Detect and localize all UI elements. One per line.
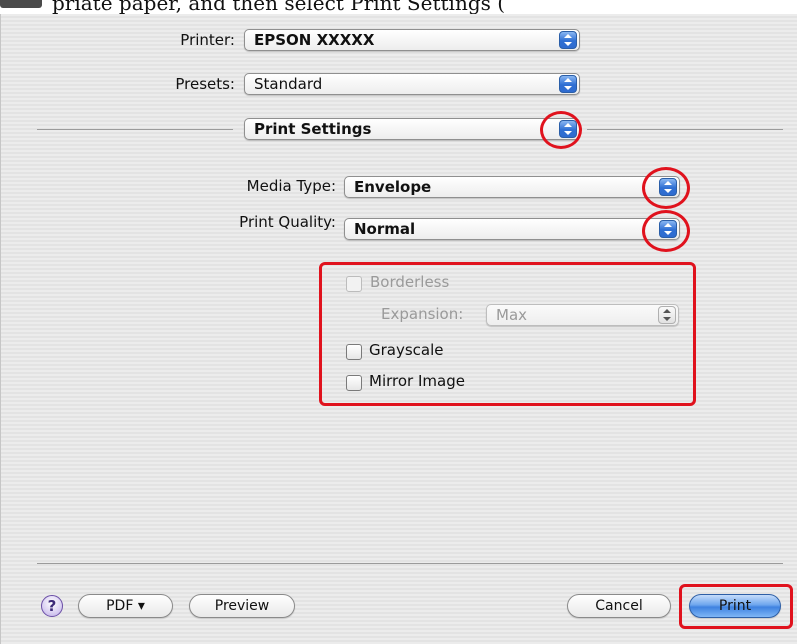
help-button[interactable]: ? [41, 595, 63, 617]
media-type-value: Envelope [354, 178, 432, 196]
panel-popup[interactable]: Print Settings [244, 118, 580, 140]
print-quality-popup[interactable]: Normal [344, 218, 680, 240]
expansion-label: Expansion: [381, 305, 464, 323]
print-dialog: Printer: EPSON XXXXX Presets: Standard P… [0, 14, 797, 644]
media-type-popup[interactable]: Envelope [344, 176, 680, 198]
highlight-ring-print-quality [642, 210, 690, 252]
printer-value: EPSON XXXXX [254, 31, 375, 49]
header-text: priate paper, and then select Print Sett… [52, 0, 506, 15]
popup-arrows-icon [658, 306, 676, 324]
printer-popup[interactable]: EPSON XXXXX [244, 29, 580, 51]
print-quality-label: Print Quality: [239, 213, 336, 231]
panel-value: Print Settings [254, 120, 372, 138]
preview-button[interactable]: Preview [189, 594, 295, 618]
highlight-ring-panel [540, 111, 582, 149]
footer-separator [37, 563, 783, 564]
mirror-image-checkbox[interactable] [346, 375, 362, 391]
popup-arrows-icon [559, 31, 577, 49]
expansion-value: Max [496, 306, 528, 324]
borderless-label: Borderless [370, 273, 450, 291]
cancel-button[interactable]: Cancel [567, 594, 671, 618]
grayscale-checkbox[interactable] [346, 344, 362, 360]
presets-label: Presets: [175, 75, 235, 93]
borderless-checkbox[interactable] [346, 276, 362, 292]
separator-left [37, 129, 233, 130]
expansion-popup[interactable]: Max [486, 304, 679, 326]
printer-label: Printer: [180, 31, 235, 49]
pdf-button[interactable]: PDF ▾ [78, 594, 173, 618]
separator-right [587, 129, 783, 130]
media-type-label: Media Type: [246, 177, 336, 195]
dark-step-icon [0, 0, 42, 8]
presets-popup[interactable]: Standard [244, 73, 580, 95]
print-quality-value: Normal [354, 220, 416, 238]
highlight-ring-media-type [642, 167, 690, 209]
popup-arrows-icon [559, 75, 577, 93]
mirror-image-label: Mirror Image [369, 372, 465, 390]
presets-value: Standard [254, 75, 323, 93]
highlight-box-print [679, 584, 793, 629]
grayscale-label: Grayscale [369, 341, 444, 359]
